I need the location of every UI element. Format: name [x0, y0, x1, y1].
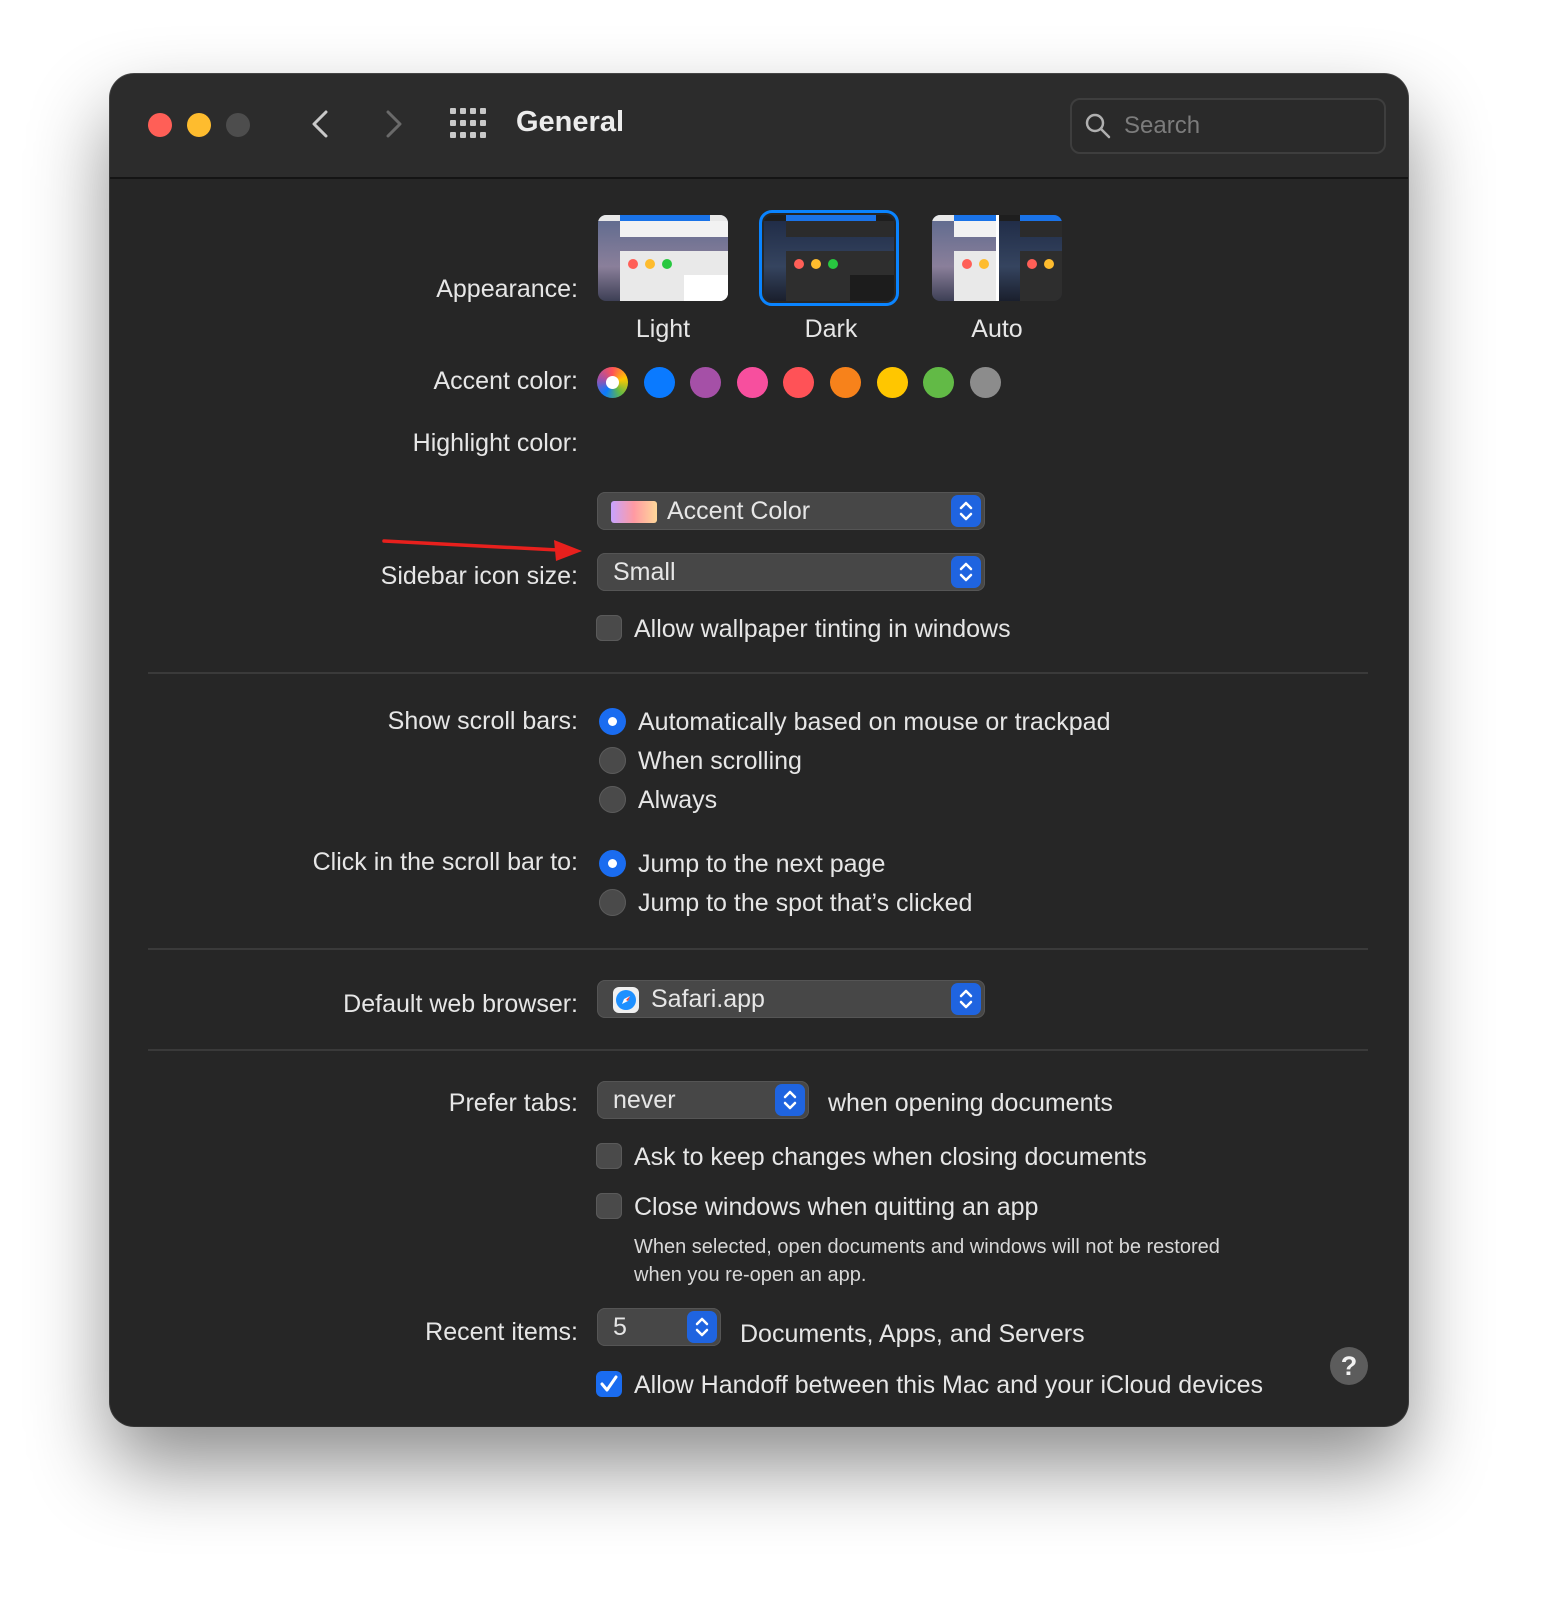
dark-appearance-preview: [764, 215, 894, 301]
sidebar-icon-size-stepper[interactable]: [951, 556, 981, 588]
appearance-light-label: Light: [635, 315, 691, 343]
general-preferences-pane: Appearance: Light Dark Auto Accent color…: [110, 179, 1408, 1426]
ask-keep-changes-label: Ask to keep changes when closing documen…: [634, 1143, 1147, 1171]
chevron-up-down-icon: [783, 1090, 797, 1110]
forward-button[interactable]: [372, 104, 412, 144]
appearance-dark-label: Dark: [804, 315, 858, 343]
search-field[interactable]: [1070, 98, 1386, 154]
scroll-click-next-page-radio[interactable]: [599, 850, 626, 877]
back-button[interactable]: [302, 104, 342, 144]
section-divider: [148, 672, 1368, 674]
chevron-left-icon: [312, 110, 328, 138]
title-bar: General: [110, 74, 1408, 179]
handoff-checkbox[interactable]: [596, 1371, 622, 1397]
highlight-color-preview: [611, 501, 657, 523]
highlight-color-stepper[interactable]: [951, 495, 981, 527]
highlight-color-label: Highlight color:: [412, 429, 578, 457]
close-windows-checkbox[interactable]: [596, 1193, 622, 1219]
chevron-up-down-icon: [959, 501, 973, 521]
system-preferences-window: General Appearance:: [110, 74, 1408, 1426]
appearance-light-thumbnail[interactable]: [598, 215, 728, 301]
search-input[interactable]: [1122, 106, 1376, 146]
close-windows-label: Close windows when quitting an app: [634, 1193, 1039, 1221]
highlight-color-popup[interactable]: Accent Color: [597, 492, 985, 530]
scroll-click-spot-label: Jump to the spot that’s clicked: [638, 889, 973, 917]
handoff-label: Allow Handoff between this Mac and your …: [634, 1371, 1264, 1399]
chevron-up-down-icon: [959, 989, 973, 1009]
scroll-bars-when-scrolling-label: When scrolling: [638, 747, 802, 775]
appearance-label: Appearance:: [436, 275, 578, 303]
section-divider: [148, 948, 1368, 950]
prefer-tabs-value: never: [613, 1086, 676, 1114]
safari-icon: [613, 987, 639, 1013]
appearance-dark-thumbnail[interactable]: [759, 210, 899, 306]
scroll-click-next-page-label: Jump to the next page: [638, 850, 886, 878]
prefer-tabs-popup[interactable]: never: [597, 1081, 809, 1119]
accent-swatch-yellow[interactable]: [877, 367, 908, 398]
scroll-bars-always-radio[interactable]: [599, 786, 626, 813]
wallpaper-tinting-checkbox[interactable]: [596, 615, 622, 641]
appearance-auto-thumbnail[interactable]: [932, 215, 1062, 301]
auto-appearance-preview: [932, 215, 1062, 301]
accent-swatch-green[interactable]: [923, 367, 954, 398]
scroll-bars-auto-label: Automatically based on mouse or trackpad: [638, 708, 1111, 736]
recent-items-stepper[interactable]: [687, 1311, 717, 1343]
scroll-bars-always-label: Always: [638, 786, 718, 814]
help-button[interactable]: ?: [1330, 1347, 1368, 1385]
highlight-color-value: Accent Color: [667, 497, 811, 525]
checkmark-icon: [600, 1375, 618, 1392]
accent-swatch-multicolor[interactable]: [597, 367, 628, 398]
close-windows-note-line2: when you re-open an app.: [634, 1264, 867, 1286]
show-all-grid-icon[interactable]: [450, 108, 486, 138]
default-browser-label: Default web browser:: [343, 990, 578, 1018]
prefer-tabs-label: Prefer tabs:: [448, 1089, 578, 1117]
close-windows-note-line1: When selected, open documents and window…: [634, 1236, 1220, 1258]
default-browser-stepper[interactable]: [951, 983, 981, 1015]
window-title: General: [516, 106, 624, 138]
chevron-up-down-icon: [959, 562, 973, 582]
scroll-bars-auto-radio[interactable]: [599, 708, 626, 735]
appearance-auto-label: Auto: [971, 315, 1023, 343]
recent-items-popup[interactable]: 5: [597, 1308, 721, 1346]
annotation-arrow-icon: [382, 539, 582, 561]
accent-swatch-orange[interactable]: [830, 367, 861, 398]
prefer-tabs-suffix: when opening documents: [828, 1089, 1113, 1117]
recent-items-value: 5: [613, 1313, 627, 1341]
accent-swatch-graphite[interactable]: [970, 367, 1001, 398]
sidebar-icon-size-value: Small: [613, 558, 676, 586]
search-icon: [1085, 113, 1111, 139]
default-browser-popup[interactable]: Safari.app: [597, 980, 985, 1018]
click-scroll-bar-label: Click in the scroll bar to:: [312, 848, 578, 876]
accent-swatch-blue[interactable]: [644, 367, 675, 398]
accent-swatch-red[interactable]: [783, 367, 814, 398]
light-appearance-preview: [598, 215, 728, 301]
recent-items-suffix: Documents, Apps, and Servers: [740, 1320, 1085, 1348]
scroll-bars-when-scrolling-radio[interactable]: [599, 747, 626, 774]
default-browser-value: Safari.app: [651, 985, 765, 1013]
close-window-button[interactable]: [148, 113, 172, 137]
accent-color-label: Accent color:: [433, 367, 578, 395]
minimize-window-button[interactable]: [187, 113, 211, 137]
chevron-up-down-icon: [695, 1317, 709, 1337]
wallpaper-tinting-label: Allow wallpaper tinting in windows: [634, 615, 1011, 643]
accent-swatch-purple[interactable]: [690, 367, 721, 398]
sidebar-icon-size-label: Sidebar icon size:: [380, 562, 578, 590]
ask-keep-changes-checkbox[interactable]: [596, 1143, 622, 1169]
recent-items-label: Recent items:: [425, 1318, 578, 1346]
sidebar-icon-size-popup[interactable]: Small: [597, 553, 985, 591]
accent-swatch-pink[interactable]: [737, 367, 768, 398]
chevron-right-icon: [386, 110, 402, 138]
section-divider: [148, 1049, 1368, 1051]
zoom-window-button[interactable]: [226, 113, 250, 137]
show-scroll-bars-label: Show scroll bars:: [387, 707, 578, 735]
scroll-click-spot-radio[interactable]: [599, 889, 626, 916]
prefer-tabs-stepper[interactable]: [775, 1084, 805, 1116]
